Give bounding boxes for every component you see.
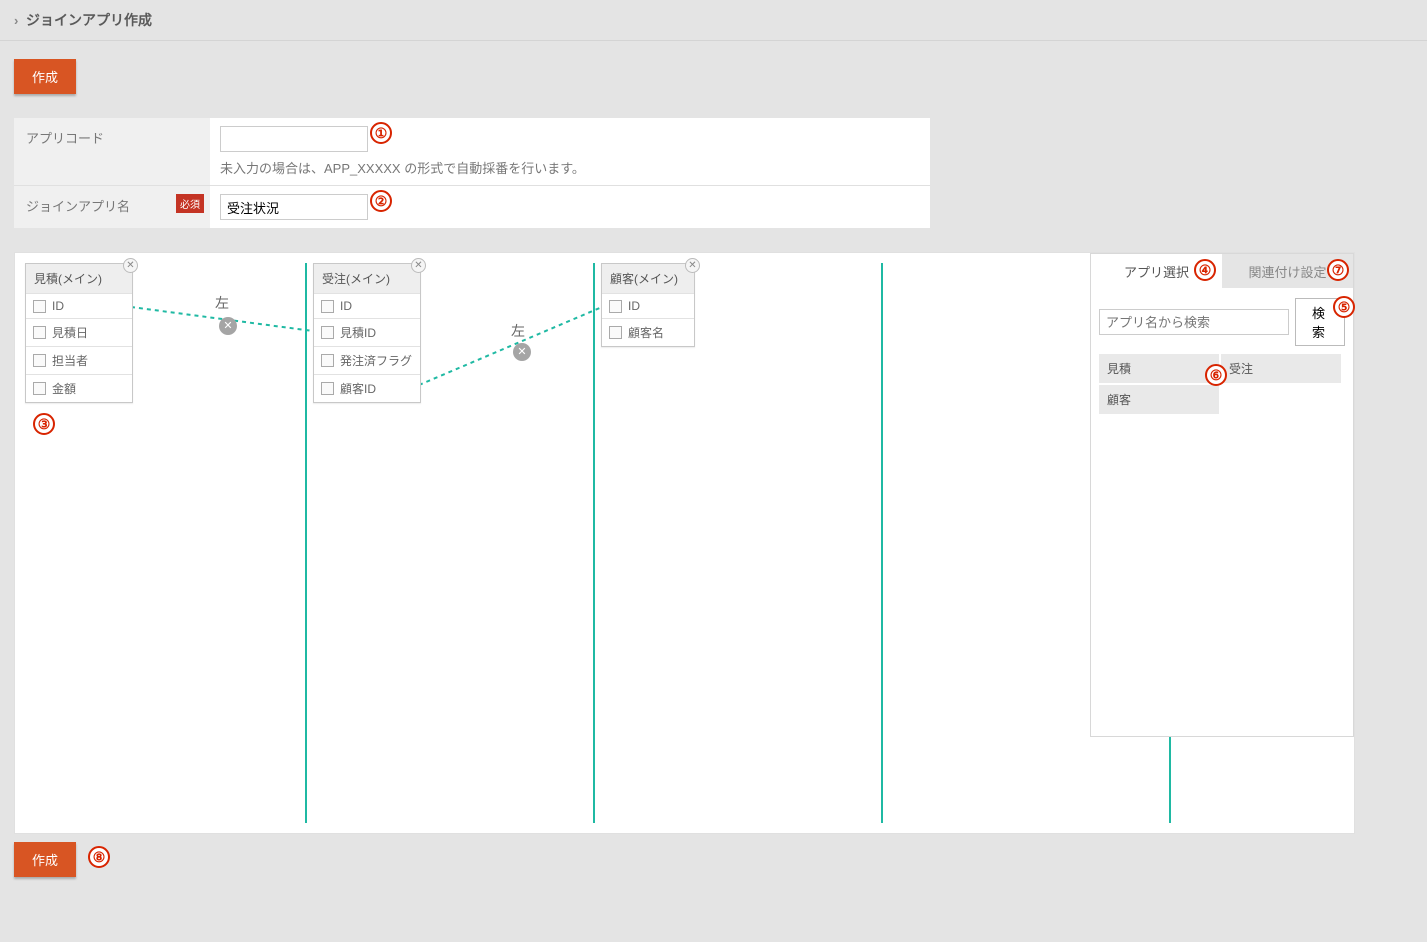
join-canvas[interactable]: 左 ✕ 左 ✕ 見積(メイン) ✕ ID 見積日 担当者 金額 ③ 受注(メイン… bbox=[14, 252, 1355, 834]
entity-juchuu[interactable]: 受注(メイン) ✕ ID 見積ID 発注済フラグ 顧客ID bbox=[313, 263, 421, 403]
page-header: › ジョインアプリ作成 bbox=[0, 0, 1427, 41]
checkbox[interactable] bbox=[609, 300, 622, 313]
annotation-6: ⑥ bbox=[1205, 364, 1227, 386]
join-name-label: ジョインアプリ名 必須 bbox=[14, 186, 210, 228]
create-button-top[interactable]: 作成 bbox=[14, 59, 76, 94]
entity-header[interactable]: 顧客(メイン) ✕ bbox=[602, 264, 694, 293]
link-remove-2[interactable]: ✕ bbox=[513, 343, 531, 361]
checkbox[interactable] bbox=[609, 326, 622, 339]
app-code-help: 未入力の場合は、APP_XXXXX の形式で自動採番を行います。 bbox=[220, 158, 920, 177]
entity-field[interactable]: ID bbox=[314, 293, 420, 318]
close-icon[interactable]: ✕ bbox=[411, 258, 426, 273]
close-icon[interactable]: ✕ bbox=[685, 258, 700, 273]
entity-field[interactable]: 顧客名 bbox=[602, 318, 694, 346]
annotation-3: ③ bbox=[33, 413, 55, 435]
annotation-2: ② bbox=[370, 190, 392, 212]
page-title: ジョインアプリ作成 bbox=[26, 12, 152, 28]
entity-field[interactable]: ID bbox=[26, 293, 132, 318]
checkbox[interactable] bbox=[321, 326, 334, 339]
checkbox[interactable] bbox=[321, 382, 334, 395]
link-label-1: 左 bbox=[215, 293, 229, 313]
join-name-input[interactable] bbox=[220, 194, 368, 220]
entity-kokyaku[interactable]: 顧客(メイン) ✕ ID 顧客名 bbox=[601, 263, 695, 347]
side-panel: アプリ選択 ④ 関連付け設定 ⑦ 検 索 ⑤ 見積 受注 顧客 ⑥ bbox=[1090, 253, 1354, 737]
form-box: アプリコード ① 未入力の場合は、APP_XXXXX の形式で自動採番を行います… bbox=[14, 118, 930, 228]
app-search-input[interactable] bbox=[1099, 309, 1289, 335]
app-code-label: アプリコード bbox=[14, 118, 210, 185]
annotation-4: ④ bbox=[1194, 259, 1216, 281]
column-divider bbox=[593, 263, 595, 823]
annotation-8: ⑧ bbox=[88, 846, 110, 868]
close-icon[interactable]: ✕ bbox=[123, 258, 138, 273]
link-label-2: 左 bbox=[511, 321, 525, 341]
entity-field[interactable]: ID bbox=[602, 293, 694, 318]
checkbox[interactable] bbox=[321, 354, 334, 367]
checkbox[interactable] bbox=[33, 382, 46, 395]
entity-header[interactable]: 見積(メイン) ✕ bbox=[26, 264, 132, 293]
column-divider bbox=[305, 263, 307, 823]
required-badge: 必須 bbox=[176, 194, 204, 213]
annotation-1: ① bbox=[370, 122, 392, 144]
app-code-input[interactable] bbox=[220, 126, 368, 152]
entity-field[interactable]: 見積日 bbox=[26, 318, 132, 346]
entity-field[interactable]: 発注済フラグ bbox=[314, 346, 420, 374]
annotation-5: ⑤ bbox=[1333, 296, 1355, 318]
checkbox[interactable] bbox=[33, 300, 46, 313]
tab-relation-settings[interactable]: 関連付け設定 ⑦ bbox=[1222, 254, 1353, 288]
checkbox[interactable] bbox=[33, 326, 46, 339]
annotation-7: ⑦ bbox=[1327, 259, 1349, 281]
checkbox[interactable] bbox=[321, 300, 334, 313]
chevron-right-icon: › bbox=[14, 13, 18, 28]
link-remove-1[interactable]: ✕ bbox=[219, 317, 237, 335]
create-button-bottom[interactable]: 作成 bbox=[14, 842, 76, 877]
app-result-item[interactable]: 見積 bbox=[1099, 354, 1219, 383]
entity-field[interactable]: 顧客ID bbox=[314, 374, 420, 402]
entity-field[interactable]: 見積ID bbox=[314, 318, 420, 346]
entity-field[interactable]: 担当者 bbox=[26, 346, 132, 374]
column-divider bbox=[881, 263, 883, 823]
tab-app-select[interactable]: アプリ選択 ④ bbox=[1091, 254, 1222, 288]
checkbox[interactable] bbox=[33, 354, 46, 367]
entity-mitsumori[interactable]: 見積(メイン) ✕ ID 見積日 担当者 金額 bbox=[25, 263, 133, 403]
app-result-item[interactable]: 顧客 bbox=[1099, 385, 1219, 414]
entity-header[interactable]: 受注(メイン) ✕ bbox=[314, 264, 420, 293]
app-result-item[interactable]: 受注 bbox=[1221, 354, 1341, 383]
entity-field[interactable]: 金額 bbox=[26, 374, 132, 402]
